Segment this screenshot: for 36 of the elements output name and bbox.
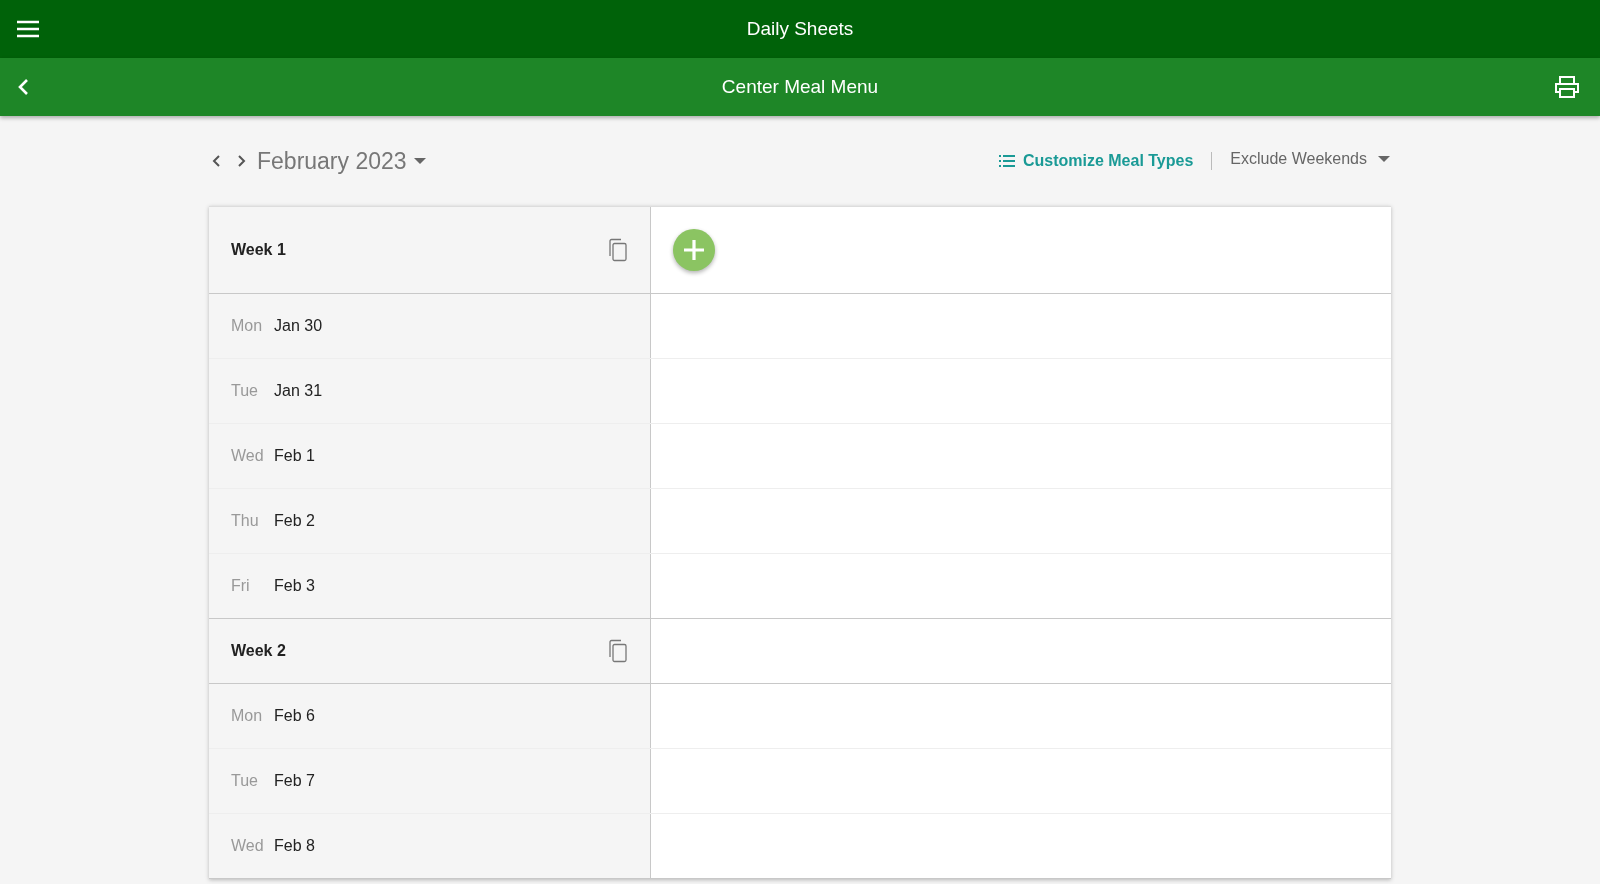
back-icon: [16, 78, 30, 96]
caret-icon: [1377, 155, 1391, 163]
month-dropdown[interactable]: February 2023: [257, 147, 427, 175]
copy-week-button[interactable]: [606, 238, 628, 262]
caret-icon: [412, 157, 427, 165]
weekend-filter-dropdown[interactable]: Exclude Weekends: [1230, 150, 1391, 168]
chevron-right-icon: [235, 154, 247, 168]
date-label: Feb 3: [274, 577, 315, 595]
date-label: Feb 8: [274, 837, 315, 855]
date-label: Jan 30: [274, 317, 323, 335]
copy-week-button[interactable]: [606, 639, 628, 663]
page-title: Center Meal Menu: [721, 76, 879, 98]
menu-icon: [16, 19, 40, 39]
copy-icon: [606, 238, 628, 262]
weekday-label: Tue: [231, 772, 259, 790]
weekday-label: Thu: [231, 512, 260, 530]
weekday-label: Fri: [231, 577, 251, 595]
copy-icon: [606, 639, 628, 663]
plus-icon: [682, 238, 706, 262]
date-label: Feb 7: [274, 772, 315, 790]
list-icon: [998, 155, 1015, 167]
weekday-label: Wed: [231, 447, 265, 465]
date-label: Feb 6: [274, 707, 315, 725]
date-label: Feb 2: [274, 512, 315, 530]
week-label: Week 2: [231, 642, 287, 660]
date-label: Feb 1: [274, 447, 315, 465]
customize-meal-types-link[interactable]: Customize Meal Types: [998, 152, 1194, 170]
date-label: Jan 31: [274, 382, 323, 400]
weekday-label: Mon: [231, 707, 264, 725]
weekday-label: Tue: [231, 382, 259, 400]
app-title: Daily Sheets: [746, 18, 854, 40]
weekday-label: Mon: [231, 317, 264, 335]
weekday-label: Wed: [231, 837, 265, 855]
chevron-left-icon: [211, 154, 223, 168]
week-label: Week 1: [231, 241, 287, 259]
print-icon: [1554, 75, 1580, 99]
